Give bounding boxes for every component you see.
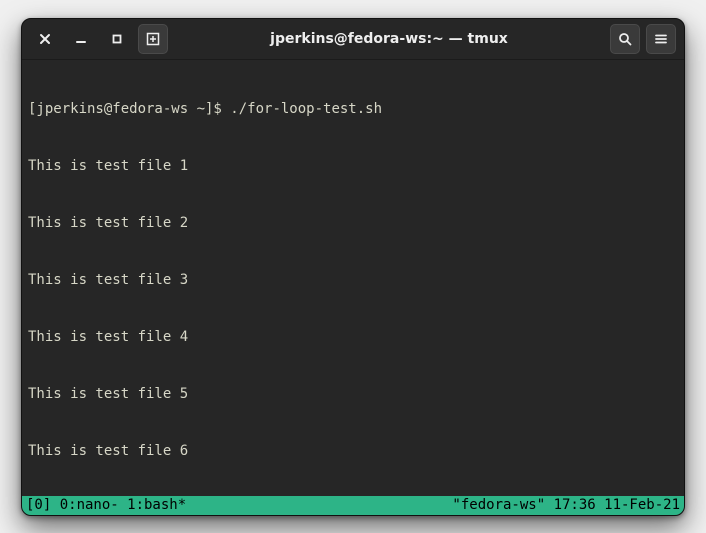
tmux-status-spacer: [186, 496, 452, 515]
maximize-button[interactable]: [102, 24, 132, 54]
tmux-status-left: [0] 0:nano- 1:bash*: [26, 496, 186, 515]
prompt-text: [jperkins@fedora-ws ~]$: [28, 101, 230, 117]
output-line: This is test file 5: [28, 385, 678, 404]
terminal-window: jperkins@fedora-ws:~ — tmux [jperkins@fe…: [21, 18, 685, 516]
minimize-button[interactable]: [66, 24, 96, 54]
command-line: [jperkins@fedora-ws ~]$ ./for-loop-test.…: [28, 100, 678, 119]
output-line: This is test file 2: [28, 214, 678, 233]
window-title: jperkins@fedora-ws:~ — tmux: [174, 31, 604, 47]
output-line: This is test file 3: [28, 271, 678, 290]
output-line: This is test file 1: [28, 157, 678, 176]
output-line: This is test file 4: [28, 328, 678, 347]
close-button[interactable]: [30, 24, 60, 54]
search-button[interactable]: [610, 24, 640, 54]
titlebar: jperkins@fedora-ws:~ — tmux: [22, 19, 684, 59]
terminal-body[interactable]: [jperkins@fedora-ws ~]$ ./for-loop-test.…: [22, 59, 684, 496]
output-line: This is test file 6: [28, 442, 678, 461]
tmux-status-right: "fedora-ws" 17:36 11-Feb-21: [452, 496, 680, 515]
hamburger-menu-button[interactable]: [646, 24, 676, 54]
command-text: ./for-loop-test.sh: [230, 101, 382, 117]
new-tab-button[interactable]: [138, 24, 168, 54]
tmux-status-bar: [0] 0:nano- 1:bash* "fedora-ws" 17:36 11…: [22, 496, 684, 515]
